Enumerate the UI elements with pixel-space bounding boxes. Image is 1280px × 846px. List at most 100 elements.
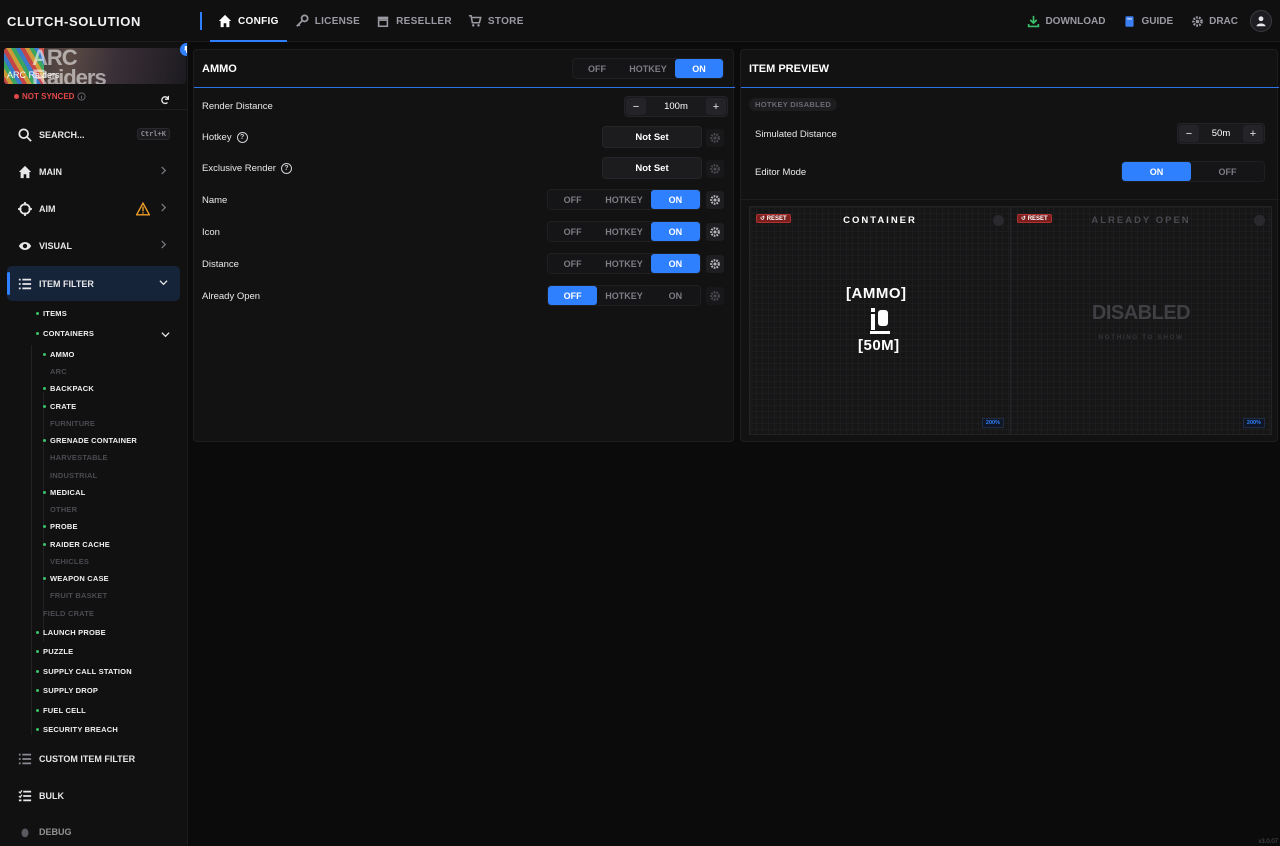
distance-settings-button[interactable] xyxy=(706,255,724,273)
distance-off[interactable]: OFF xyxy=(548,254,597,273)
status-dot xyxy=(43,387,46,390)
status-dot xyxy=(43,525,46,528)
decrement-button[interactable]: − xyxy=(626,98,646,115)
icon-off[interactable]: OFF xyxy=(548,222,597,241)
nav-reseller[interactable]: RESELLER xyxy=(368,0,460,42)
tree-item-supply-call-station[interactable]: SUPPLY CALL STATION xyxy=(36,667,132,676)
info-icon xyxy=(77,92,87,101)
already-open-off[interactable]: OFF xyxy=(548,286,598,305)
exclusive-render-settings-button[interactable] xyxy=(706,160,724,178)
distance-hotkey[interactable]: HOTKEY xyxy=(597,254,650,273)
already-open-hotkey[interactable]: HOTKEY xyxy=(597,286,650,305)
tree-item-ammo[interactable]: AMMO xyxy=(43,350,75,359)
chevron-right-icon xyxy=(161,203,167,212)
tree-item-fruit-basket[interactable]: FRUIT BASKET xyxy=(43,591,107,600)
increment-button[interactable]: + xyxy=(1243,125,1263,142)
hotkey-label: Hotkey? xyxy=(202,132,248,143)
tree-item-harvestable[interactable]: HARVESTABLE xyxy=(43,453,108,462)
brand-logo: CLUTCH-SOLUTION xyxy=(7,14,141,29)
gear-icon[interactable] xyxy=(1254,215,1265,226)
tree-item-industrial[interactable]: INDUSTRIAL xyxy=(43,471,97,480)
tree-item-probe[interactable]: PROBE xyxy=(43,522,78,531)
tree-item-supply-drop[interactable]: SUPPLY DROP xyxy=(36,686,98,695)
home-icon xyxy=(18,165,32,178)
sidebar-item-custom-item-filter[interactable]: CUSTOM ITEM FILTER xyxy=(7,741,180,776)
name-off[interactable]: OFF xyxy=(548,190,597,209)
chevron-down-icon[interactable] xyxy=(161,330,170,339)
tree-item-containers[interactable]: CONTAINERS xyxy=(36,329,94,338)
sidebar-item-aim[interactable]: AIM xyxy=(7,191,180,226)
canvas-title: CONTAINER xyxy=(843,215,917,226)
hotkey-button[interactable]: Not Set xyxy=(602,126,702,148)
disabled-sublabel: NOTHING TO SHOW xyxy=(1098,334,1184,341)
tree-item-security-breach[interactable]: SECURITY BREACH xyxy=(36,725,118,734)
mode-hotkey[interactable]: HOTKEY xyxy=(621,59,675,78)
tree-item-other[interactable]: OTHER xyxy=(43,505,77,514)
refresh-icon[interactable] xyxy=(160,92,170,110)
tree-item-fuel-cell[interactable]: FUEL CELL xyxy=(36,706,86,715)
nav-store[interactable]: STORE xyxy=(460,0,532,42)
tree-item-items[interactable]: ITEMS xyxy=(36,309,67,318)
sidebar-item-main[interactable]: MAIN xyxy=(7,154,180,189)
name-hotkey[interactable]: HOTKEY xyxy=(597,190,650,209)
exclusive-render-button[interactable]: Not Set xyxy=(602,157,702,179)
brand-divider xyxy=(200,12,202,30)
cart-icon xyxy=(468,14,482,27)
container-preview-canvas[interactable]: ↺ RESET CONTAINER [AMMO] [50M] 200% xyxy=(749,206,1011,435)
sidebar-item-bulk[interactable]: BULK xyxy=(7,778,180,813)
mode-off[interactable]: OFF xyxy=(573,59,621,78)
crosshair-icon xyxy=(18,201,32,216)
sidebar-item-visual[interactable]: VISUAL xyxy=(7,228,180,263)
help-icon[interactable]: ? xyxy=(236,132,248,143)
panel-divider xyxy=(741,199,1279,200)
pin-icon[interactable] xyxy=(180,43,187,56)
already-open-preview-canvas[interactable]: ↺ RESET ALREADY OPEN DISABLED NOTHING TO… xyxy=(1010,206,1272,435)
help-icon[interactable]: ? xyxy=(280,163,292,174)
name-settings-button[interactable] xyxy=(706,191,724,209)
tree-item-field-crate[interactable]: FIELD CRATE xyxy=(36,609,94,618)
tree-item-arc[interactable]: ARC xyxy=(43,367,67,376)
panel-title: AMMO xyxy=(202,63,237,75)
hotkey-settings-button[interactable] xyxy=(706,129,724,147)
canvas-title: ALREADY OPEN xyxy=(1091,215,1191,226)
gear-icon[interactable] xyxy=(993,215,1004,226)
icon-on[interactable]: ON xyxy=(650,222,700,241)
tree-item-furniture[interactable]: FURNITURE xyxy=(43,419,95,428)
editor-mode-label: Editor Mode xyxy=(755,167,807,178)
name-on[interactable]: ON xyxy=(650,190,700,209)
tree-item-weapon-case[interactable]: WEAPON CASE xyxy=(43,574,109,583)
user-settings-link[interactable]: DRAC xyxy=(1185,15,1244,28)
tree-guide xyxy=(31,345,32,735)
tree-item-backpack[interactable]: BACKPACK xyxy=(43,384,94,393)
status-dot xyxy=(36,332,39,335)
decrement-button[interactable]: − xyxy=(1179,125,1199,142)
eye-icon xyxy=(18,241,32,250)
tree-item-vehicles[interactable]: VEHICLES xyxy=(43,557,89,566)
editor-mode-on[interactable]: ON xyxy=(1122,162,1192,181)
sidebar-item-item-filter[interactable]: ITEM FILTER xyxy=(7,266,180,301)
tree-item-raider-cache[interactable]: RAIDER CACHE xyxy=(43,540,110,549)
nav-config[interactable]: CONFIG xyxy=(210,0,287,42)
gear-icon xyxy=(710,164,720,174)
sidebar-search[interactable]: SEARCH... Ctrl+K xyxy=(7,117,180,152)
tree-item-puzzle[interactable]: PUZZLE xyxy=(36,647,73,656)
status-dot xyxy=(43,577,46,580)
download-link[interactable]: DOWNLOAD xyxy=(1021,15,1111,28)
already-open-settings-button[interactable] xyxy=(706,287,724,305)
sidebar-item-debug[interactable]: DEBUG xyxy=(7,814,180,846)
already-open-on[interactable]: ON xyxy=(651,286,700,305)
avatar[interactable] xyxy=(1250,10,1272,32)
icon-hotkey[interactable]: HOTKEY xyxy=(597,222,650,241)
increment-button[interactable]: + xyxy=(706,98,726,115)
tree-item-medical[interactable]: MEDICAL xyxy=(43,488,86,497)
icon-settings-button[interactable] xyxy=(706,223,724,241)
tree-item-crate[interactable]: CRATE xyxy=(43,402,76,411)
mode-on[interactable]: ON xyxy=(675,59,723,78)
distance-on[interactable]: ON xyxy=(650,254,700,273)
guide-link[interactable]: GUIDE xyxy=(1117,15,1179,28)
editor-mode-off[interactable]: OFF xyxy=(1191,162,1264,181)
panel-title: ITEM PREVIEW xyxy=(749,63,830,75)
tree-item-grenade-container[interactable]: GRENADE CONTAINER xyxy=(43,436,137,445)
nav-license[interactable]: LICENSE xyxy=(287,0,368,42)
tree-item-launch-probe[interactable]: LAUNCH PROBE xyxy=(36,628,106,637)
